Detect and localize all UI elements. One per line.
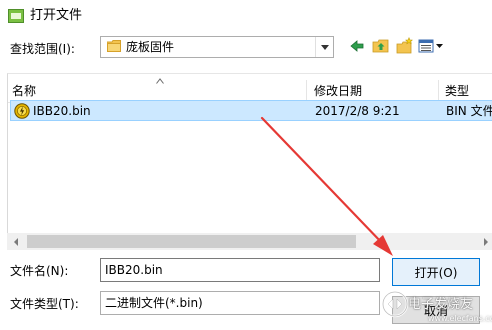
- chevron-down-icon[interactable]: [315, 37, 333, 57]
- file-type: BIN 文件: [446, 104, 492, 118]
- filename-label: 文件名(N):: [10, 264, 69, 278]
- file-name: IBB20.bin: [33, 104, 91, 118]
- filetype-value: 二进制文件(*.bin): [105, 296, 203, 310]
- scroll-left-arrow-icon[interactable]: [7, 233, 24, 250]
- folder-icon: [107, 40, 121, 52]
- column-divider[interactable]: [306, 80, 307, 102]
- column-date-modified[interactable]: 修改日期: [314, 84, 362, 98]
- filetype-select[interactable]: 二进制文件(*.bin): [100, 291, 380, 315]
- up-folder-icon[interactable]: [372, 37, 390, 55]
- open-button[interactable]: 打开(O): [392, 258, 480, 286]
- file-row-selected[interactable]: IBB20.bin 2017/2/8 9:21 BIN 文件: [10, 100, 492, 121]
- scrollbar-thumb[interactable]: [27, 235, 356, 248]
- open-file-dialog: 打开文件 查找范围(I): 庞板固件 名称 修改日期 类型 IBB20.bin …: [0, 0, 492, 330]
- column-type[interactable]: 类型: [445, 84, 469, 98]
- horizontal-scrollbar[interactable]: [7, 233, 492, 250]
- file-date-modified: 2017/2/8 9:21: [315, 104, 400, 118]
- bin-file-icon: [14, 103, 30, 119]
- app-icon: [8, 9, 24, 23]
- back-arrow-icon[interactable]: [348, 37, 366, 55]
- file-list[interactable]: 名称 修改日期 类型 IBB20.bin 2017/2/8 9:21 BIN 文…: [7, 73, 492, 249]
- column-name[interactable]: 名称: [12, 84, 36, 98]
- lookin-label: 查找范围(I):: [10, 42, 75, 56]
- window-title: 打开文件: [30, 8, 83, 23]
- column-divider[interactable]: [438, 80, 439, 102]
- filename-input[interactable]: [100, 258, 380, 282]
- new-folder-icon[interactable]: [396, 37, 414, 55]
- views-menu-icon[interactable]: [418, 37, 444, 55]
- lookin-combobox[interactable]: 庞板固件: [100, 36, 334, 58]
- filetype-label: 文件类型(T):: [10, 297, 79, 311]
- lookin-value: 庞板固件: [126, 40, 175, 54]
- title-bar[interactable]: 打开文件: [0, 0, 492, 32]
- scroll-right-arrow-icon[interactable]: [477, 233, 492, 250]
- cancel-button[interactable]: 取消: [392, 296, 480, 324]
- sort-ascending-icon: [156, 78, 164, 84]
